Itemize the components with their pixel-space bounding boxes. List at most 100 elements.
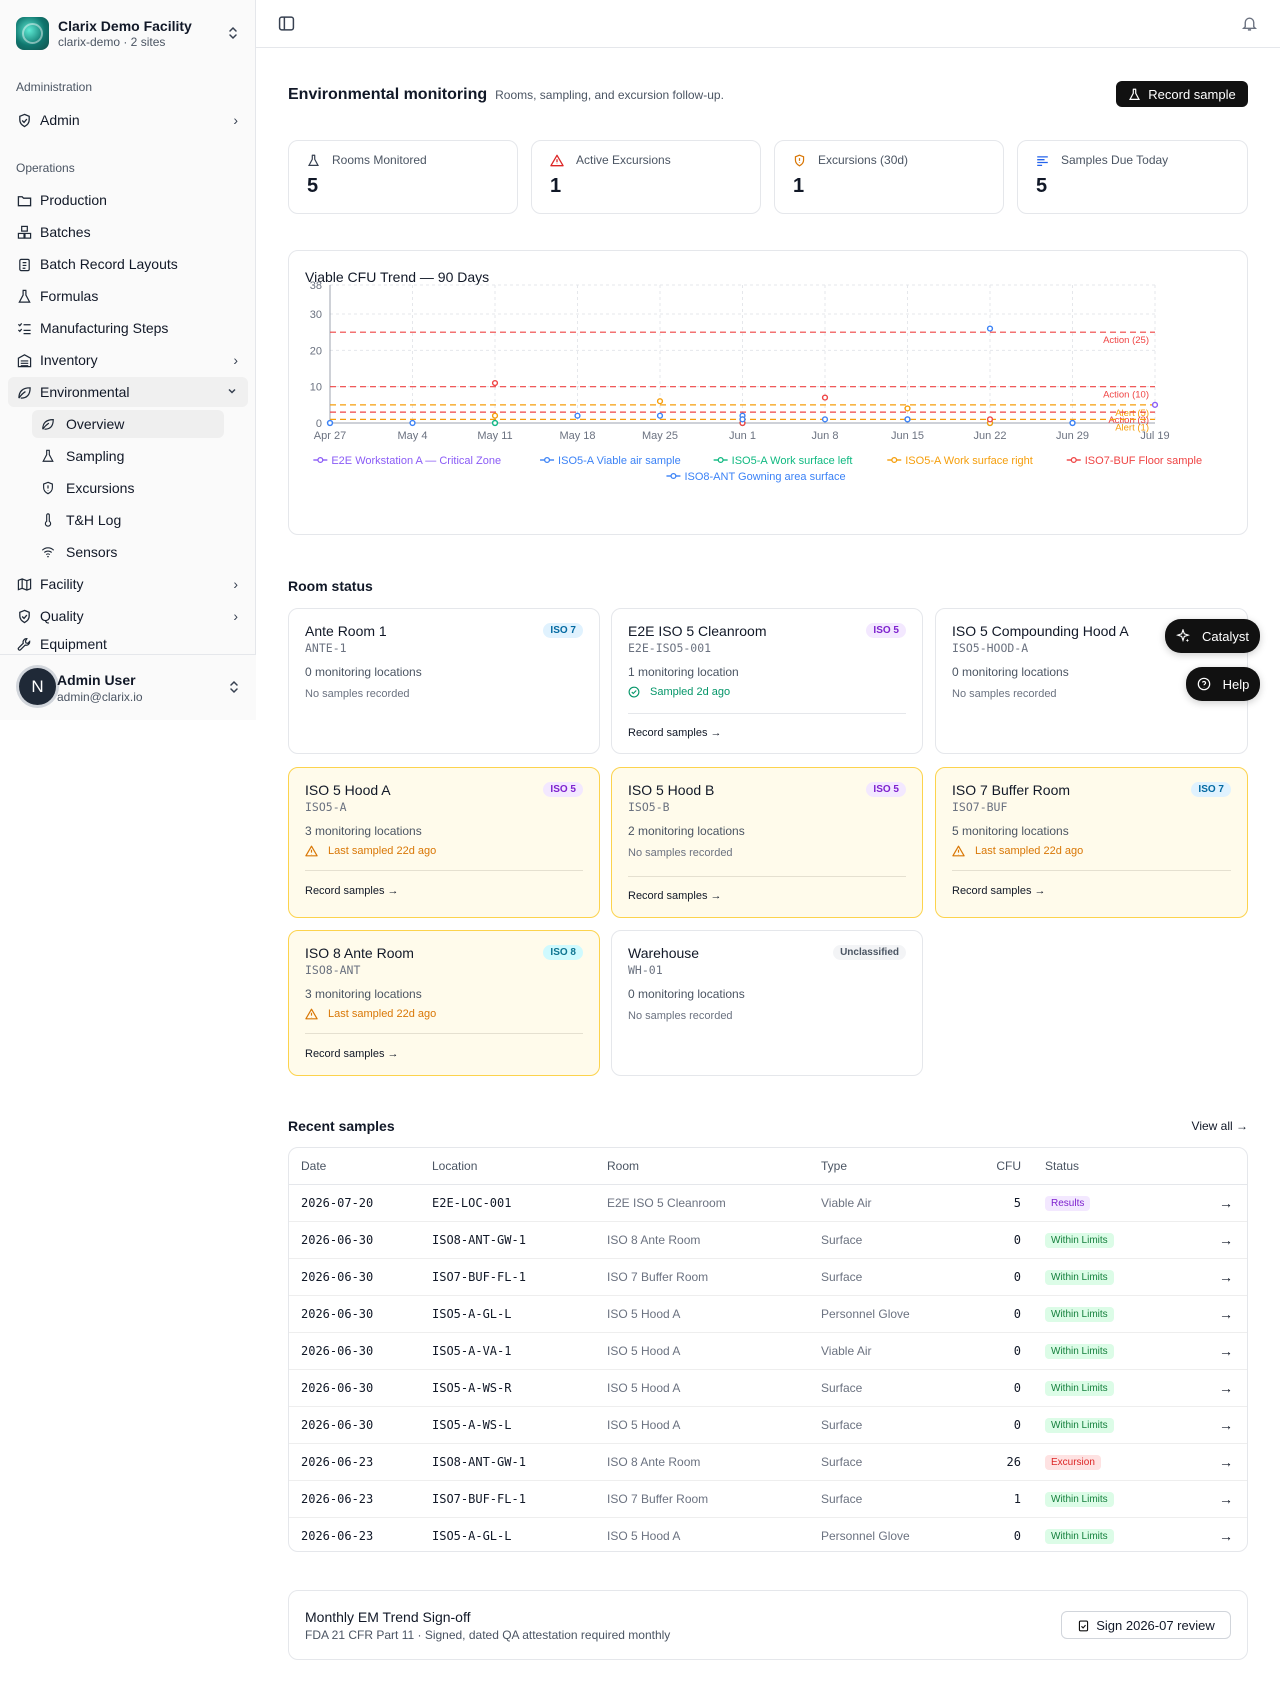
legend-marker — [543, 456, 551, 464]
stat-label: Samples Due Today — [1061, 153, 1169, 167]
room-name: ISO 5 Hood B — [628, 782, 715, 798]
cell-location: ISO5-A-GL-L — [432, 1528, 512, 1543]
table-row[interactable]: 2026-06-23 ISO8-ANT-GW-1 ISO 8 Ante Room Su… — [289, 1443, 1247, 1481]
room-card[interactable]: E2E ISO 5 Cleanroom E2E-ISO5-001 ISO 5 1… — [611, 608, 923, 754]
row-open-arrow-icon[interactable]: → — [1201, 1443, 1247, 1481]
row-open-arrow-icon[interactable]: → — [1201, 1406, 1247, 1444]
sidebar-item-inventory[interactable]: Inventory › — [8, 345, 248, 375]
row-open-arrow-icon[interactable]: → — [1201, 1258, 1247, 1296]
sidebar-item-environmental[interactable]: Environmental — [8, 377, 248, 407]
sidebar-subitem-excursions[interactable]: Excursions — [32, 474, 224, 502]
room-sample-status: No samples recorded — [952, 688, 1057, 700]
room-card[interactable]: ISO 7 Buffer Room ISO7-BUF ISO 7 5 monit… — [935, 767, 1248, 918]
column-header-cfu[interactable]: CFU — [971, 1148, 1021, 1185]
cell-type: Surface — [821, 1369, 971, 1407]
table-row[interactable]: 2026-06-30 ISO5-A-WS-R ISO 5 Hood A Surface… — [289, 1369, 1247, 1407]
cell-room: ISO 5 Hood A — [607, 1528, 681, 1543]
view-all-link[interactable]: View all → — [1192, 1119, 1248, 1133]
room-status-text: Last sampled 22d ago — [328, 845, 437, 857]
bell-icon[interactable] — [1241, 15, 1258, 35]
page-subtitle: Rooms, sampling, and excursion follow-up… — [495, 88, 724, 102]
row-open-arrow-icon[interactable]: → — [1201, 1184, 1247, 1222]
sidebar-item-batches[interactable]: Batches — [8, 217, 248, 247]
table-row[interactable]: 2026-07-20 E2E-LOC-001 E2E ISO 5 Cleanroom… — [289, 1184, 1247, 1222]
divider — [628, 876, 906, 877]
cell-date: 2026-06-30 — [289, 1258, 432, 1296]
cell-date: 2026-07-20 — [289, 1184, 432, 1222]
row-open-arrow-icon[interactable]: → — [1201, 1369, 1247, 1407]
sign-review-button[interactable]: Sign 2026-07 review — [1061, 1611, 1231, 1639]
table-row[interactable]: 2026-06-30 ISO8-ANT-GW-1 ISO 8 Ante Room Su… — [289, 1221, 1247, 1259]
table-row[interactable]: 2026-06-30 ISO5-A-VA-1 ISO 5 Hood A Viable … — [289, 1332, 1247, 1370]
status-badge: Within Limits — [1045, 1491, 1114, 1507]
cell-status: Results — [1021, 1184, 1201, 1222]
sidebar-subitem-sampling[interactable]: Sampling — [32, 442, 224, 470]
room-name: ISO 5 Compounding Hood A — [952, 623, 1129, 639]
sidebar-item-batch-record-layouts[interactable]: Batch Record Layouts — [8, 249, 248, 279]
record-sample-button[interactable]: Record sample — [1116, 81, 1248, 107]
room-card[interactable]: ISO 8 Ante Room ISO8-ANT ISO 8 3 monitor… — [288, 930, 600, 1076]
record-samples-link[interactable]: Record samples → — [628, 727, 722, 739]
help-button[interactable]: Help — [1186, 667, 1260, 701]
sidebar-item-formulas[interactable]: Formulas — [8, 281, 248, 311]
room-card[interactable]: Ante Room 1 ANTE-1 ISO 7 0 monitoring lo… — [288, 608, 600, 754]
table-row[interactable]: 2026-06-30 ISO5-A-WS-L ISO 5 Hood A Surface… — [289, 1406, 1247, 1444]
row-open-arrow-icon[interactable]: → — [1201, 1517, 1247, 1551]
room-code: E2E-ISO5-001 — [628, 641, 712, 655]
data-point — [821, 394, 829, 401]
row-open-arrow-icon[interactable]: → — [1201, 1221, 1247, 1259]
x-tick-label: Jun 29 — [1056, 430, 1089, 442]
room-card[interactable]: ISO 5 Hood A ISO5-A ISO 5 3 monitoring l… — [288, 767, 600, 918]
sidebar-item-admin[interactable]: Admin › — [8, 105, 248, 135]
room-status-text: Sampled 2d ago — [650, 686, 731, 698]
sidebar-item-manufacturing-steps[interactable]: Manufacturing Steps — [8, 313, 248, 343]
sidebar-item-quality[interactable]: Quality › — [8, 601, 248, 631]
column-header-status[interactable]: Status — [1021, 1148, 1201, 1185]
room-code: WH-01 — [628, 963, 663, 977]
legend-label: ISO5-A Work surface right — [905, 455, 1033, 467]
cell-type: Surface — [821, 1480, 971, 1518]
sidebar-subitem-sensors[interactable]: Sensors — [32, 538, 224, 566]
sidebar-subitem-overview[interactable]: Overview — [32, 410, 224, 438]
org-switcher[interactable]: Clarix Demo Facility clarix-demo · 2 sit… — [16, 14, 241, 52]
org-subtitle: clarix-demo · 2 sites — [58, 34, 166, 49]
table-row[interactable]: 2026-06-23 ISO7-BUF-FL-1 ISO 7 Buffer Room… — [289, 1480, 1247, 1518]
sidebar-item-equipment[interactable]: Equipment — [8, 633, 248, 655]
user-menu[interactable]: N Admin User admin@clarix.io — [0, 654, 256, 720]
sidebar-item-facility[interactable]: Facility › — [8, 569, 248, 599]
record-samples-link[interactable]: Record samples → — [628, 890, 722, 902]
sidebar-toggle-icon[interactable] — [278, 15, 295, 35]
list-checks-icon — [16, 320, 32, 336]
legend-label: ISO7-BUF Floor sample — [1085, 455, 1202, 467]
table-row[interactable]: 2026-06-30 ISO5-A-GL-L ISO 5 Hood A Personn… — [289, 1295, 1247, 1333]
room-card[interactable]: ISO 5 Hood B ISO5-B ISO 5 2 monitoring l… — [611, 767, 923, 918]
column-header-location[interactable]: Location — [432, 1148, 607, 1185]
alert-triangle-icon — [952, 845, 970, 857]
column-header-room[interactable]: Room — [607, 1148, 821, 1185]
record-samples-link[interactable]: Record samples → — [952, 885, 1046, 897]
column-header-date[interactable]: Date — [289, 1148, 432, 1185]
room-card[interactable]: Warehouse WH-01 Unclassified 0 monitorin… — [611, 930, 923, 1076]
room-locations: 3 monitoring locations — [305, 824, 422, 838]
iso-badge: ISO 7 — [1191, 782, 1231, 797]
cell-cfu: 0 — [971, 1258, 1021, 1296]
cell-location: ISO5-A-VA-1 — [432, 1332, 607, 1370]
row-open-arrow-icon[interactable]: → — [1201, 1295, 1247, 1333]
iso-badge: ISO 5 — [866, 782, 906, 797]
sidebar-item-production[interactable]: Production — [8, 185, 248, 215]
list-icon — [1036, 154, 1055, 167]
shield-check-icon — [16, 112, 32, 128]
table-row[interactable]: 2026-06-23 ISO5-A-GL-L ISO 5 Hood A Personn… — [289, 1517, 1247, 1551]
catalyst-button[interactable]: Catalyst — [1165, 619, 1260, 653]
row-open-arrow-icon[interactable]: → — [1201, 1332, 1247, 1370]
cfu-trend-chart: 0 10 20 30 38 Apr 27 May 4 May 11 May 18 May 25 Ju… — [310, 280, 1202, 483]
sidebar-subitem-th-log[interactable]: T&H Log — [32, 506, 224, 534]
record-samples-link[interactable]: Record samples → — [305, 1048, 399, 1060]
row-open-arrow-icon[interactable]: → — [1201, 1480, 1247, 1518]
room-sample-status: Last sampled 22d ago — [952, 845, 1083, 857]
cell-date: 2026-06-23 — [289, 1480, 432, 1518]
record-samples-link[interactable]: Record samples → — [305, 885, 399, 897]
column-header-type[interactable]: Type — [821, 1148, 971, 1185]
table-row[interactable]: 2026-06-30 ISO7-BUF-FL-1 ISO 7 Buffer Room… — [289, 1258, 1247, 1296]
data-point — [491, 419, 499, 427]
